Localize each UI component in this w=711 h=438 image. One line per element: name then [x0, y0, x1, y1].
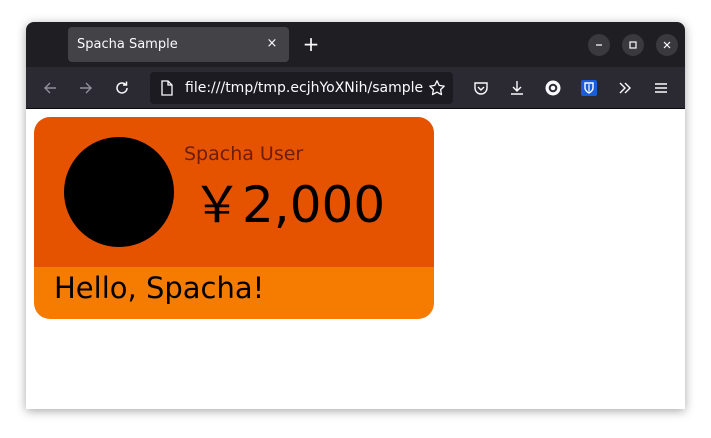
bitwarden-button[interactable]: [577, 76, 601, 100]
message-text: Hello, Spacha!: [54, 271, 265, 305]
more-tools-button[interactable]: [613, 76, 637, 100]
spacha-card: Spacha User ￥2,000 Hello, Spacha!: [34, 117, 434, 319]
app-menu-button[interactable]: [649, 76, 673, 100]
arrow-left-icon: [44, 82, 56, 94]
minimize-button[interactable]: [588, 34, 610, 56]
download-icon: [511, 81, 523, 95]
downloads-button[interactable]: [505, 76, 529, 100]
forward-button[interactable]: [74, 76, 98, 100]
close-window-button[interactable]: [656, 34, 678, 56]
amount: ￥2,000: [192, 176, 386, 234]
tab-spacha-sample[interactable]: Spacha Sample ×: [68, 27, 289, 62]
browser-window: Spacha Sample × + file:///tmp/tmp.ecjhYo…: [26, 22, 685, 409]
tab-close-icon[interactable]: ×: [263, 35, 281, 53]
url-bar[interactable]: file:///tmp/tmp.ecjhYoXNih/sample.html: [150, 72, 453, 104]
chevrons-right-icon: [619, 82, 631, 94]
page-icon: [161, 80, 173, 96]
reload-button[interactable]: [110, 76, 134, 100]
new-tab-button[interactable]: +: [300, 34, 322, 56]
url-text[interactable]: file:///tmp/tmp.ecjhYoXNih/sample.html: [185, 80, 423, 96]
maximize-button[interactable]: [622, 34, 644, 56]
pocket-icon: [474, 82, 488, 95]
user-name: Spacha User: [184, 143, 304, 165]
card-message-area: Hello, Spacha!: [34, 267, 434, 319]
pocket-button[interactable]: [469, 76, 493, 100]
avatar: [64, 137, 174, 247]
page-content: Spacha User ￥2,000 Hello, Spacha!: [26, 108, 685, 409]
title-bar: Spacha Sample × +: [26, 22, 685, 67]
arrow-right-icon: [80, 82, 92, 94]
reload-icon: [116, 81, 128, 94]
minimize-icon: [596, 44, 602, 46]
card-header: Spacha User ￥2,000: [34, 117, 434, 267]
maximize-icon: [629, 41, 637, 49]
close-icon: [663, 41, 671, 49]
tab-title: Spacha Sample: [77, 37, 178, 52]
hamburger-menu-icon: [655, 83, 667, 93]
extension-icon: [545, 80, 561, 96]
star-icon[interactable]: [428, 79, 446, 97]
navigation-toolbar: file:///tmp/tmp.ecjhYoXNih/sample.html: [26, 67, 685, 108]
back-button[interactable]: [38, 76, 62, 100]
extension-button[interactable]: [541, 76, 565, 100]
bitwarden-shield-icon: [581, 80, 597, 96]
